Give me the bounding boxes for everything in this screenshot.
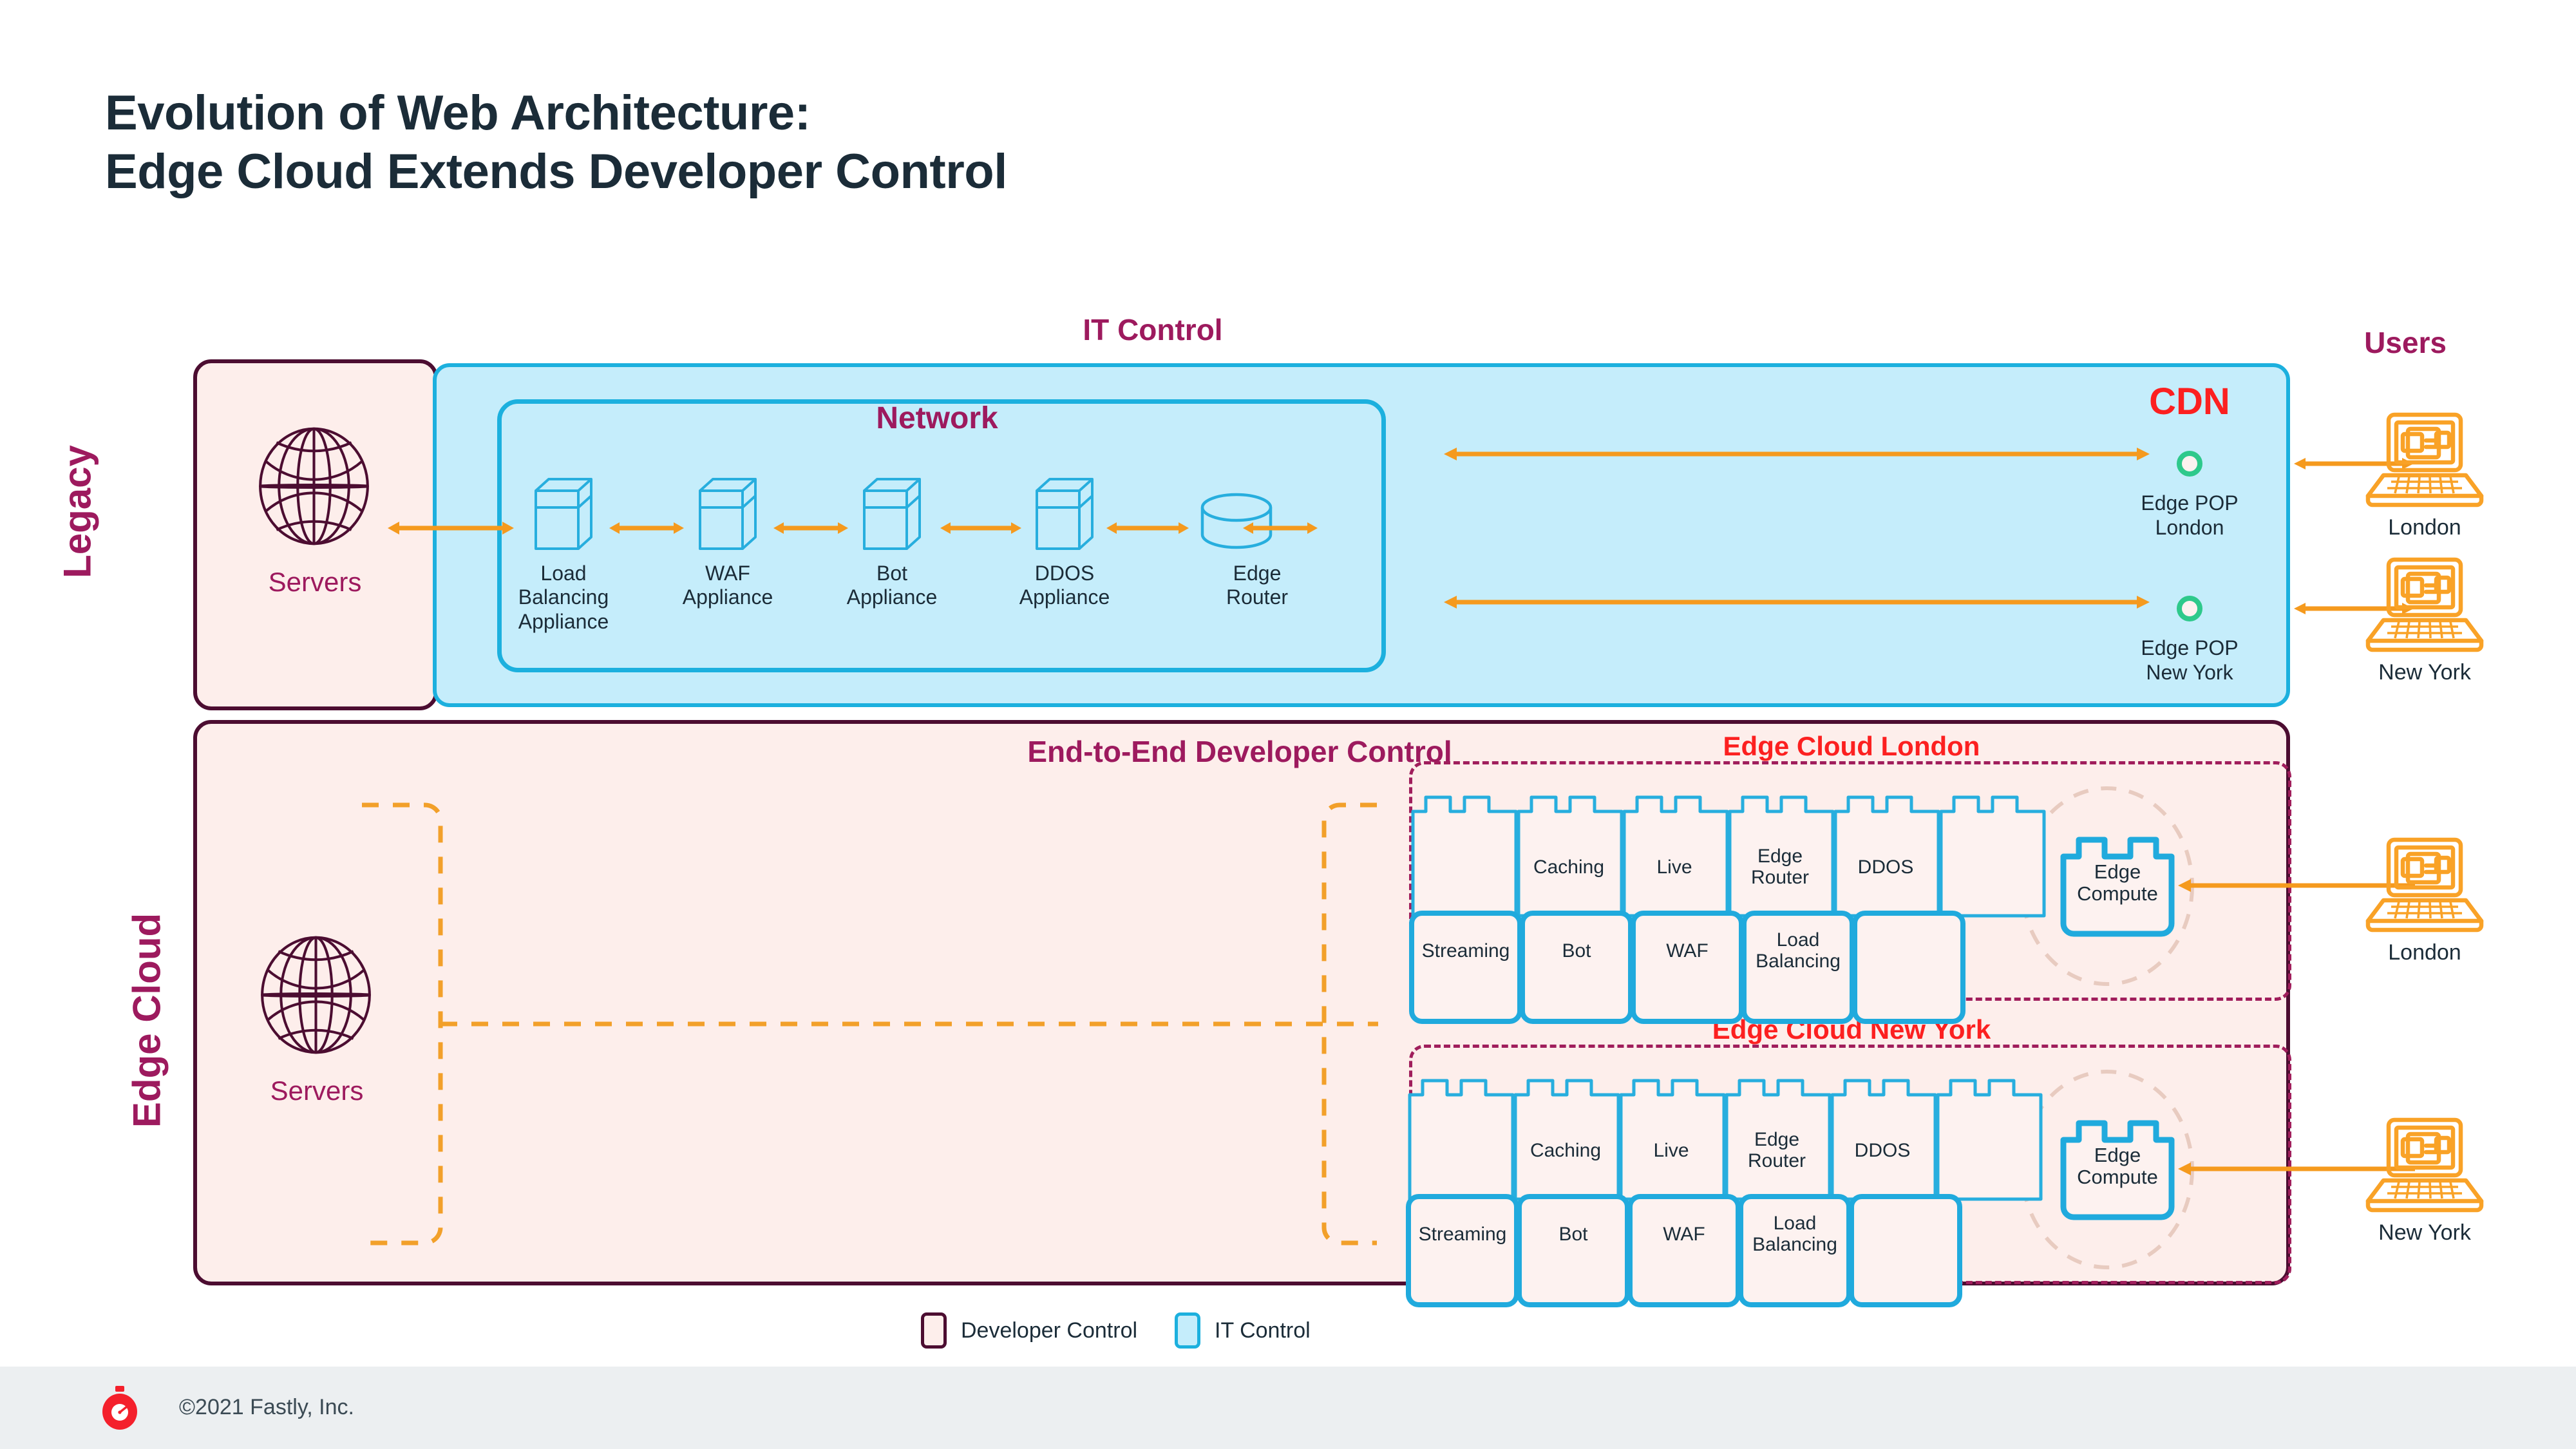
legend-label: IT Control bbox=[1215, 1318, 1311, 1343]
edge-compute-brick-london bbox=[2060, 832, 2175, 938]
appliance-label: WAF Appliance bbox=[682, 562, 773, 609]
brick bbox=[1517, 1194, 1630, 1307]
servers-label: Servers bbox=[270, 1075, 364, 1106]
arrow-appliance-4-5 bbox=[1105, 515, 1190, 541]
legend-label: Developer Control bbox=[961, 1318, 1138, 1343]
brick bbox=[1833, 795, 1940, 918]
arrow-appliance-1-2 bbox=[608, 515, 685, 541]
arrow-appliance-3-4 bbox=[939, 515, 1023, 541]
appliance-label: Edge Router bbox=[1226, 562, 1289, 609]
appliance-label: DDOS Appliance bbox=[1019, 562, 1110, 609]
brick bbox=[1622, 795, 1729, 918]
footer-bar bbox=[0, 1367, 2576, 1449]
brick bbox=[1517, 795, 1624, 918]
edge-cloud-london-bricks bbox=[1409, 787, 2074, 1024]
edge-pop-label-london: Edge POP London bbox=[2141, 491, 2239, 539]
appliance-label: Bot Appliance bbox=[846, 562, 938, 609]
appliance-icon-waf bbox=[692, 470, 763, 554]
brick bbox=[1411, 795, 1518, 918]
brick bbox=[1631, 911, 1744, 1024]
servers-label: Servers bbox=[268, 567, 362, 597]
heading-network: Network bbox=[876, 401, 998, 435]
heading-end-to-end-developer-control: End-to-End Developer Control bbox=[1027, 735, 1452, 768]
user-label-london: London bbox=[2388, 940, 2461, 965]
globe-icon bbox=[245, 425, 383, 547]
appliance-icon-load-balancing bbox=[528, 470, 599, 554]
heading-edge-cloud-london: Edge Cloud London bbox=[1723, 731, 1980, 761]
edge-cloud-newyork-bricks bbox=[1406, 1070, 2070, 1307]
brick bbox=[1728, 795, 1835, 918]
heading-cdn: CDN bbox=[2149, 381, 2230, 422]
row-label-legacy: Legacy bbox=[55, 445, 99, 578]
legend-swatch-it-control bbox=[1175, 1312, 1201, 1349]
arrow-network-to-pop-newyork bbox=[1443, 589, 2151, 615]
brick bbox=[1852, 911, 1965, 1024]
laptop-icon-newyork bbox=[2360, 551, 2489, 654]
laptop-icon-london bbox=[2360, 406, 2489, 509]
legend-item-it-control: IT Control bbox=[1175, 1312, 1311, 1349]
brick bbox=[1830, 1079, 1937, 1201]
arrow-network-to-pop-london bbox=[1443, 441, 2151, 467]
brick bbox=[1513, 1079, 1620, 1201]
page-title: Evolution of Web Architecture: Edge Clou… bbox=[105, 86, 1007, 200]
laptop-icon-newyork bbox=[2360, 1111, 2489, 1214]
brick bbox=[1409, 911, 1522, 1024]
brick bbox=[1408, 1079, 1515, 1201]
brick bbox=[1849, 1194, 1962, 1307]
row-label-edge-cloud: Edge Cloud bbox=[125, 913, 169, 1128]
brick bbox=[1939, 795, 2046, 918]
heading-users: Users bbox=[2364, 326, 2447, 359]
fastly-logo-icon bbox=[100, 1386, 140, 1430]
arrow-servers-to-network bbox=[386, 515, 515, 541]
heading-it-control: IT Control bbox=[1083, 313, 1223, 346]
brick bbox=[1741, 911, 1855, 1024]
appliance-icon-bot bbox=[857, 470, 927, 554]
edge-pop-dot-newyork bbox=[2177, 596, 2202, 621]
globe-icon bbox=[247, 934, 385, 1056]
brick bbox=[1627, 1194, 1741, 1307]
appliance-label: Load Balancing Appliance bbox=[518, 562, 609, 633]
edge-pop-dot-london bbox=[2177, 451, 2202, 477]
legend: Developer Control IT Control bbox=[921, 1312, 1311, 1349]
brick bbox=[1738, 1194, 1852, 1307]
brick bbox=[1406, 1194, 1519, 1307]
edge-compute-brick-newyork bbox=[2060, 1115, 2175, 1222]
diagram-canvas: Evolution of Web Architecture: Edge Clou… bbox=[0, 0, 2576, 1449]
edge-pop-label-newyork: Edge POP New York bbox=[2141, 636, 2239, 684]
brick bbox=[1520, 911, 1633, 1024]
laptop-icon-london bbox=[2360, 831, 2489, 934]
dashed-connector-servers-to-edge bbox=[335, 792, 1404, 1256]
user-label-newyork: New York bbox=[2378, 1220, 2471, 1245]
user-label-newyork: New York bbox=[2378, 660, 2471, 685]
brick bbox=[1725, 1079, 1832, 1201]
arrow-appliance-2-3 bbox=[772, 515, 849, 541]
legend-item-developer-control: Developer Control bbox=[921, 1312, 1137, 1349]
arrow-router-out bbox=[1242, 515, 1319, 541]
brick bbox=[1936, 1079, 2043, 1201]
user-label-london: London bbox=[2388, 515, 2461, 540]
brick bbox=[1619, 1079, 1726, 1201]
copyright-text: ©2021 Fastly, Inc. bbox=[179, 1395, 354, 1419]
legend-swatch-developer-control bbox=[921, 1312, 947, 1349]
appliance-icon-ddos bbox=[1029, 470, 1100, 554]
